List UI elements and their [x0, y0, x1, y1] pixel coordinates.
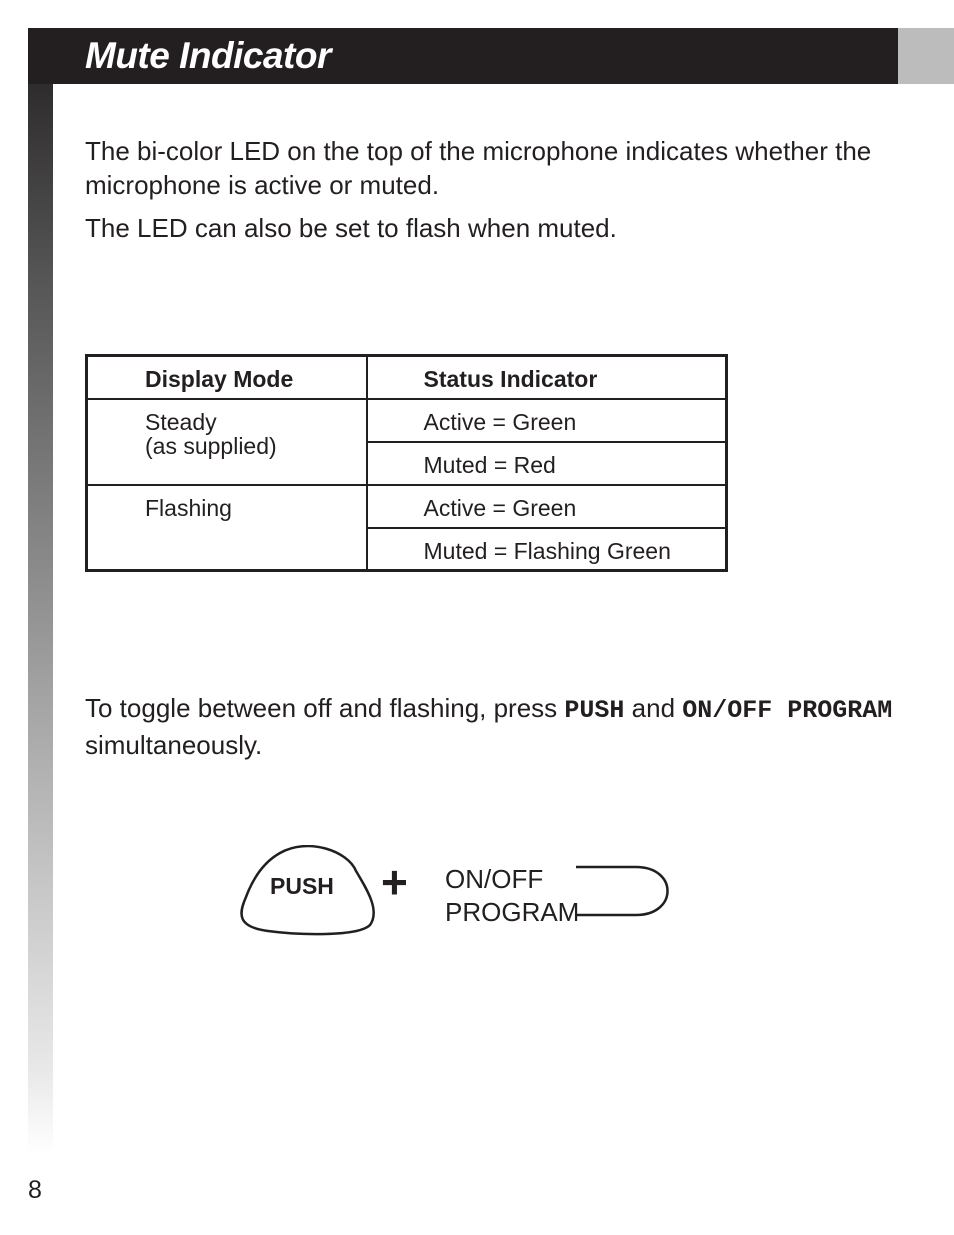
table-row: Flashing Active = Green	[85, 483, 728, 572]
button-combo-diagram: PUSH + ON/OFF PROGRAM	[238, 845, 678, 940]
display-mode-table: Display Mode Status Indicator Steady (as…	[85, 354, 728, 572]
header-status-indicator: Status Indicator	[365, 354, 728, 400]
intro-paragraph-1: The bi-color LED on the top of the micro…	[85, 136, 872, 200]
onoff-program-label: ON/OFF PROGRAM	[445, 864, 580, 927]
page-number: 8	[28, 1176, 42, 1204]
push-button-label: PUSH	[270, 873, 334, 899]
status-cell: Active = Green	[365, 397, 728, 443]
mode-cell-flashing: Flashing	[85, 483, 368, 572]
side-gradient-bar	[28, 84, 53, 1154]
status-cell: Muted = Flashing Green	[365, 526, 728, 572]
header-tab-marker	[898, 28, 954, 84]
status-cell: Active = Green	[365, 483, 728, 529]
table-header-row: Display Mode Status Indicator	[85, 354, 728, 400]
switch-outline-shape	[576, 865, 669, 917]
mode-cell-steady: Steady (as supplied)	[85, 397, 368, 486]
toggle-instructions: To toggle between off and flashing, pres…	[85, 693, 893, 760]
table-row: Steady (as supplied) Active = Green	[85, 397, 728, 486]
page-title: Mute Indicator	[85, 35, 331, 76]
header-display-mode: Display Mode	[85, 354, 368, 400]
plus-icon: +	[381, 856, 408, 908]
onoff-program-button-ref: ON/OFF PROGRAM	[682, 696, 893, 725]
status-cell: Muted = Red	[365, 440, 728, 486]
push-button-ref: PUSH	[564, 696, 625, 725]
intro-paragraph-2: The LED can also be set to flash when mu…	[85, 213, 617, 243]
